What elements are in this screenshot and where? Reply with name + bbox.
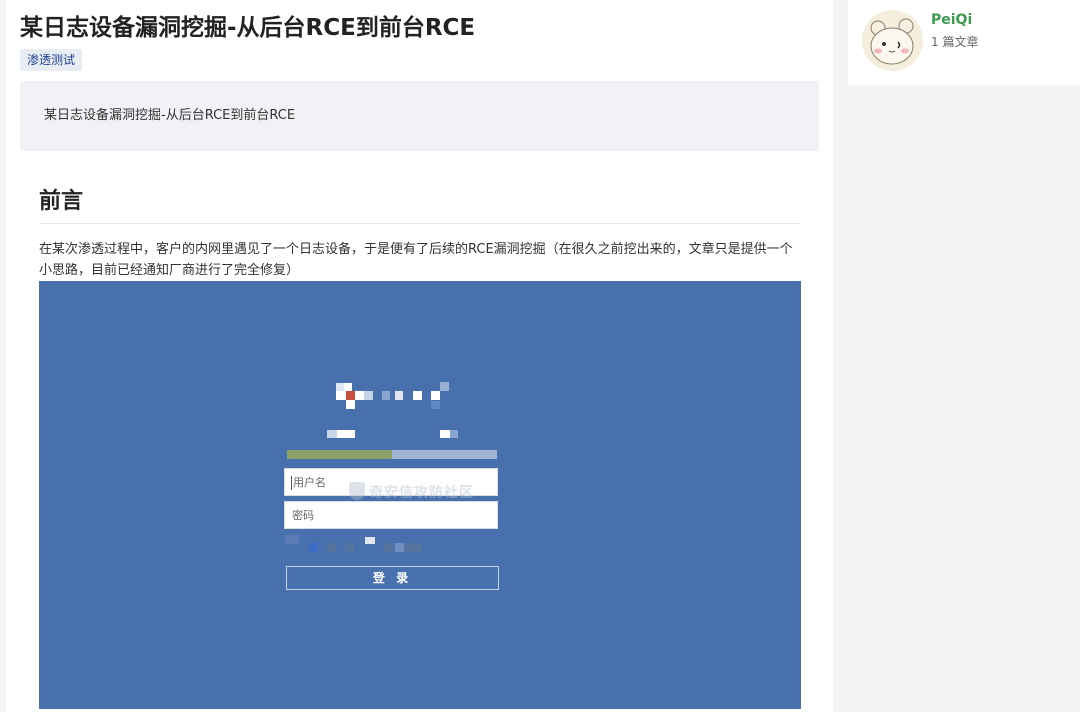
- pixelated-options-row: [39, 281, 801, 709]
- category-tag[interactable]: 渗透测试: [20, 49, 83, 71]
- article-summary: 某日志设备漏洞挖掘-从后台RCE到前台RCE: [20, 81, 819, 151]
- intro-paragraph: 在某次渗透过程中，客户的内网里遇见了一个日志设备，于是便有了后续的RCE漏洞挖掘…: [39, 242, 793, 278]
- author-article-count: 1 篇文章: [931, 35, 979, 49]
- avatar[interactable]: [862, 10, 923, 71]
- section-divider: [39, 223, 801, 224]
- login-page-screenshot: 用户名 密码 奇安信攻防社区 登 录: [39, 281, 801, 709]
- login-button[interactable]: 登 录: [286, 566, 499, 590]
- author-name[interactable]: PeiQi: [931, 12, 972, 28]
- article-title: 某日志设备漏洞挖掘-从后台RCE到前台RCE: [20, 15, 476, 41]
- section-heading: 前言: [39, 189, 84, 214]
- hamster-avatar-icon: [862, 10, 923, 71]
- article-panel: 某日志设备漏洞挖掘-从后台RCE到前台RCE 渗透测试 某日志设备漏洞挖掘-从后…: [6, 0, 833, 712]
- author-card: PeiQi 1 篇文章: [848, 0, 1080, 85]
- summary-text: 某日志设备漏洞挖掘-从后台RCE到前台RCE: [44, 108, 296, 123]
